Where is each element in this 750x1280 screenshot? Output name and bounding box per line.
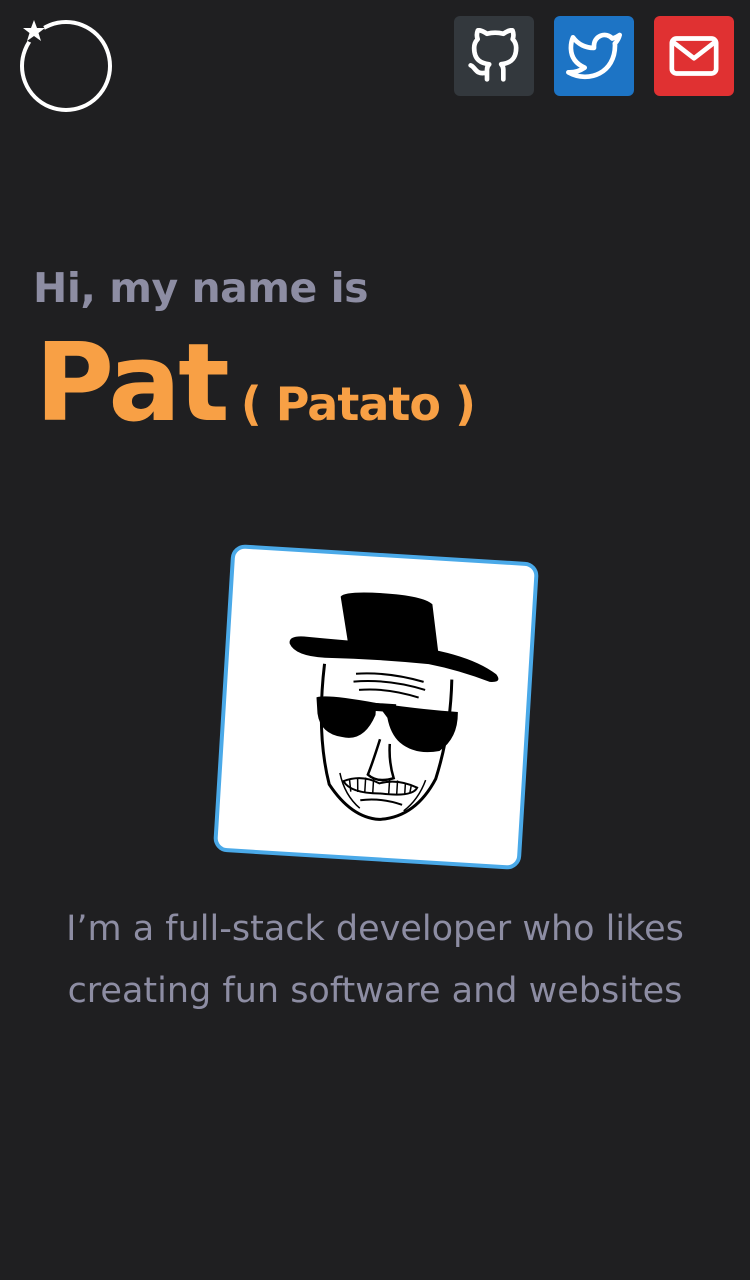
bio-text: I’m a full-stack developer who likes cre… bbox=[20, 898, 730, 1022]
bio-line: I’m a full-stack developer who likes bbox=[66, 909, 684, 949]
avatar bbox=[212, 543, 540, 871]
name-row: Pat( Patato ) bbox=[35, 321, 476, 446]
mail-icon bbox=[669, 36, 719, 76]
landing-page: Hi, my name is Pat( Patato ) I’m a full-… bbox=[0, 0, 750, 1280]
name-heading: Pat bbox=[35, 321, 230, 446]
heisenberg-portrait-icon bbox=[289, 592, 499, 821]
github-button[interactable] bbox=[454, 16, 534, 96]
email-button[interactable] bbox=[654, 16, 734, 96]
nickname-text: ( Patato ) bbox=[240, 377, 476, 431]
bio-line: creating fun software and websites bbox=[67, 971, 683, 1011]
twitter-button[interactable] bbox=[554, 16, 634, 96]
greeting-text: Hi, my name is bbox=[33, 264, 369, 312]
github-icon bbox=[468, 28, 519, 82]
site-logo-icon[interactable] bbox=[14, 14, 118, 118]
twitter-icon bbox=[566, 32, 622, 80]
